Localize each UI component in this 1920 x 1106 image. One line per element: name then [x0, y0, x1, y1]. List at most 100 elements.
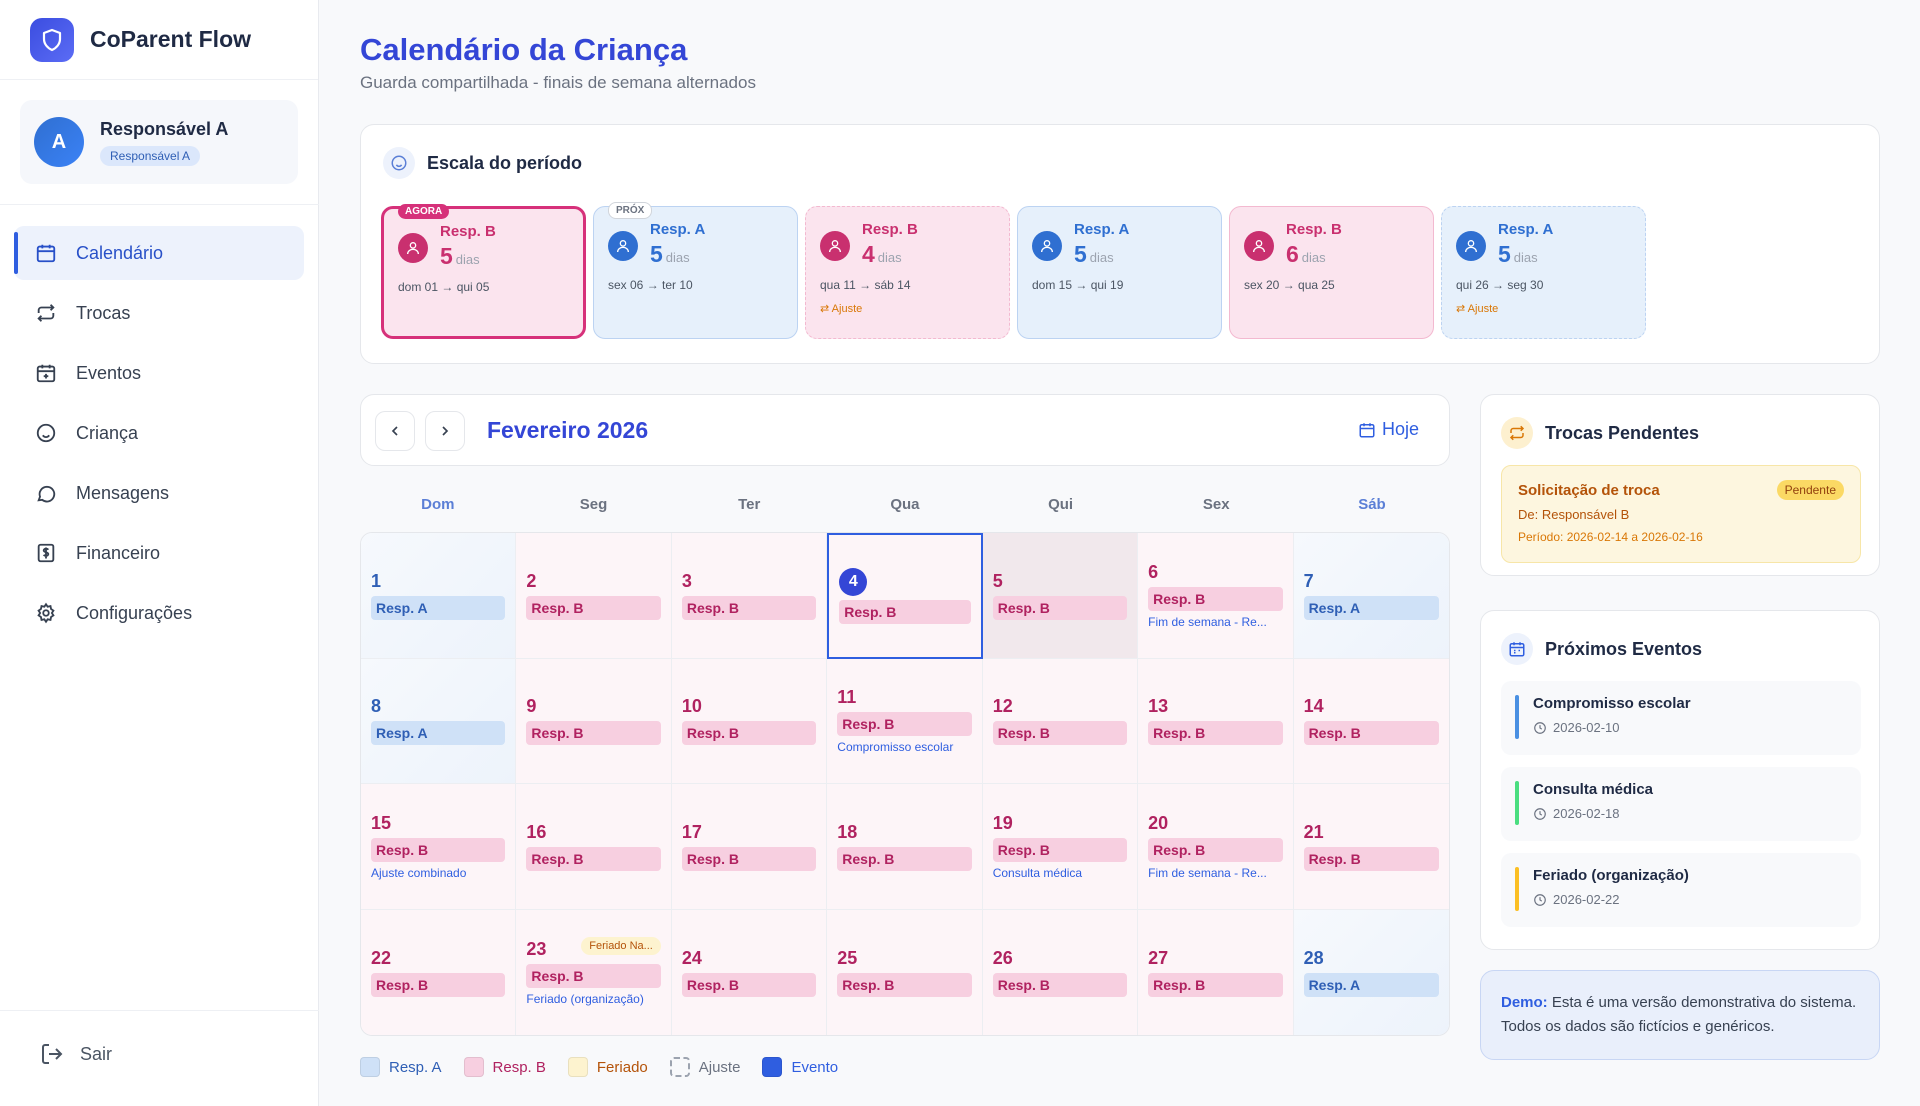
today-label: Hoje: [1381, 419, 1419, 439]
calendar-day[interactable]: 15 Resp. B Ajuste combinado: [361, 784, 517, 910]
day-event[interactable]: Fim de semana - Re...: [1148, 866, 1282, 880]
legend-swatch: [567, 1057, 588, 1077]
period-card[interactable]: AGORA Resp. B 5 dias dom 01 → qui 05: [381, 204, 586, 339]
calendar-day[interactable]: 27 Resp. B: [1138, 909, 1294, 1035]
calendar-day[interactable]: 16 Resp. B: [516, 784, 672, 910]
period-card-unit: dias: [1089, 250, 1114, 265]
period-card-who: Resp. B: [440, 223, 496, 240]
sidebar-item-mensagens[interactable]: Mensagens: [14, 466, 304, 520]
calendar-day[interactable]: 26 Resp. B: [982, 909, 1139, 1035]
calendar-day[interactable]: 8 Resp. A: [361, 658, 517, 784]
event-item[interactable]: Compromisso escolar 2026-02-10: [1501, 681, 1861, 755]
user-icon: [608, 231, 638, 261]
day-number: 9: [526, 696, 537, 717]
calendar-day[interactable]: 21 Resp. B: [1293, 784, 1449, 910]
calendar-day[interactable]: 7 Resp. A: [1293, 533, 1449, 659]
weekday-label: Sex: [1202, 496, 1230, 513]
avatar: A: [34, 117, 84, 167]
custody-pill: Resp. B: [526, 595, 661, 620]
calendar-day[interactable]: 11 Resp. B Compromisso escolar: [827, 658, 983, 784]
calendar-day[interactable]: 22 Resp. B: [361, 909, 517, 1035]
calendar-day[interactable]: 18 Resp. B: [827, 784, 983, 910]
day-number: 13: [1148, 696, 1169, 717]
sidebar-item-trocas[interactable]: Trocas: [14, 286, 304, 340]
day-number: 1: [371, 570, 382, 591]
day-number: 5: [992, 570, 1003, 591]
event-date: 2026-02-18: [1553, 806, 1620, 821]
legend-item: Ajuste: [669, 1057, 740, 1077]
user-icon: [1244, 231, 1274, 261]
upcoming-events-card: Próximos Eventos Compromisso escolar 2026…: [1480, 610, 1880, 950]
day-number: 28: [1303, 947, 1324, 968]
swap-request-item[interactable]: Solicitação de troca Pendente De: Respon…: [1501, 465, 1861, 563]
calendar-plus-icon: [34, 361, 58, 385]
calendar-day[interactable]: 17 Resp. B: [671, 784, 828, 910]
sidebar-item-financeiro[interactable]: Financeiro: [14, 526, 304, 580]
swap-request-period: Período: 2026-02-14 a 2026-02-16: [1518, 530, 1703, 544]
day-number: 17: [681, 821, 702, 842]
sidebar-item-crianca[interactable]: Criança: [14, 406, 304, 460]
event-color-bar: [1515, 695, 1519, 739]
calendar-day[interactable]: 19 Resp. B Consulta médica: [982, 784, 1139, 910]
month-title: Fevereiro 2026: [487, 417, 649, 443]
sidebar-item-configuracoes[interactable]: Configurações: [14, 586, 304, 640]
day-event[interactable]: Compromisso escolar: [837, 740, 971, 754]
calendar-day[interactable]: 20 Resp. B Fim de semana - Re...: [1138, 784, 1294, 910]
calendar-day[interactable]: 24 Resp. B: [671, 909, 828, 1035]
calendar-day[interactable]: 14 Resp. B: [1293, 658, 1449, 784]
event-item[interactable]: Feriado (organização) 2026-02-22: [1501, 853, 1861, 927]
calendar-day[interactable]: 25 Resp. B: [827, 909, 983, 1035]
brand: CoParent Flow: [0, 0, 318, 80]
adjust-label: Ajuste: [831, 303, 863, 315]
calendar-day[interactable]: 6 Resp. B Fim de semana - Re...: [1138, 533, 1294, 659]
day-number: 12: [992, 696, 1013, 717]
custody-pill: Resp. B: [1303, 846, 1439, 871]
sidebar-item-label: Calendário: [76, 242, 164, 263]
event-item[interactable]: Consulta médica 2026-02-18: [1501, 767, 1861, 841]
prev-month-button[interactable]: [375, 411, 415, 451]
day-number: 24: [681, 947, 702, 968]
calendar-day[interactable]: 23 Feriado Na... Resp. B Feriado (organizaç…: [516, 909, 672, 1035]
period-card[interactable]: Resp. A 5 dias dom 15 → qui 19: [1017, 206, 1222, 339]
custody-pill: Resp. B: [837, 972, 972, 997]
today-button[interactable]: Hoje: [1358, 419, 1419, 440]
custody-pill: Resp. B: [837, 846, 972, 871]
day-event[interactable]: Consulta médica: [993, 866, 1127, 880]
sidebar-item-eventos[interactable]: Eventos: [14, 346, 304, 400]
period-card[interactable]: Resp. A 5 dias qui 26 → seg 30 ⇄ Ajuste: [1441, 206, 1646, 339]
day-event[interactable]: Ajuste combinado: [371, 866, 505, 880]
day-event[interactable]: Fim de semana - Re...: [1148, 615, 1282, 629]
user-card[interactable]: A Responsável A Responsável A: [20, 100, 298, 184]
calendar-day[interactable]: 2 Resp. B: [516, 533, 672, 659]
calendar-day[interactable]: 5 Resp. B: [982, 533, 1139, 659]
day-number: 18: [837, 821, 858, 842]
logout-button[interactable]: Sair: [40, 1042, 112, 1066]
calendar-day[interactable]: 13 Resp. B: [1138, 658, 1294, 784]
day-number: 22: [371, 947, 392, 968]
period-card-adjust: ⇄ Ajuste: [820, 302, 1009, 315]
calendar-day[interactable]: 3 Resp. B: [671, 533, 828, 659]
calendar-day[interactable]: 1 Resp. A: [361, 533, 517, 659]
period-card-range: sex 06 → ter 10: [608, 278, 693, 292]
sidebar-item-label: Eventos: [76, 362, 142, 383]
calendar-day[interactable]: 4 Resp. B: [827, 533, 983, 659]
calendar-day[interactable]: 9 Resp. B: [516, 658, 672, 784]
period-card[interactable]: Resp. B 6 dias sex 20 → qua 25: [1229, 206, 1434, 339]
custody-pill: Resp. B: [526, 846, 661, 871]
day-event[interactable]: Feriado (organização): [526, 992, 660, 1006]
demo-text: Esta é uma versão demonstrativa do siste…: [1501, 994, 1857, 1035]
day-number: 10: [681, 696, 702, 717]
calendar-day[interactable]: 10 Resp. B: [671, 658, 828, 784]
app-name: CoParent Flow: [90, 26, 252, 52]
period-card[interactable]: Resp. B 4 dias qua 11 → sáb 14 ⇄ Ajuste: [805, 206, 1010, 339]
calendar-day[interactable]: 28 Resp. A: [1293, 909, 1449, 1035]
period-card-unit: dias: [455, 252, 480, 267]
custody-pill: Resp. A: [371, 721, 506, 746]
logout-icon: [40, 1042, 64, 1066]
calendar-day[interactable]: 12 Resp. B: [982, 658, 1139, 784]
sidebar-item-calendario[interactable]: Calendário: [14, 226, 304, 280]
period-card[interactable]: PRÓX Resp. A 5 dias sex 06 → ter 10: [593, 202, 798, 339]
day-number: 2: [526, 570, 537, 591]
chevron-right-icon: [437, 423, 453, 439]
next-month-button[interactable]: [425, 411, 465, 451]
